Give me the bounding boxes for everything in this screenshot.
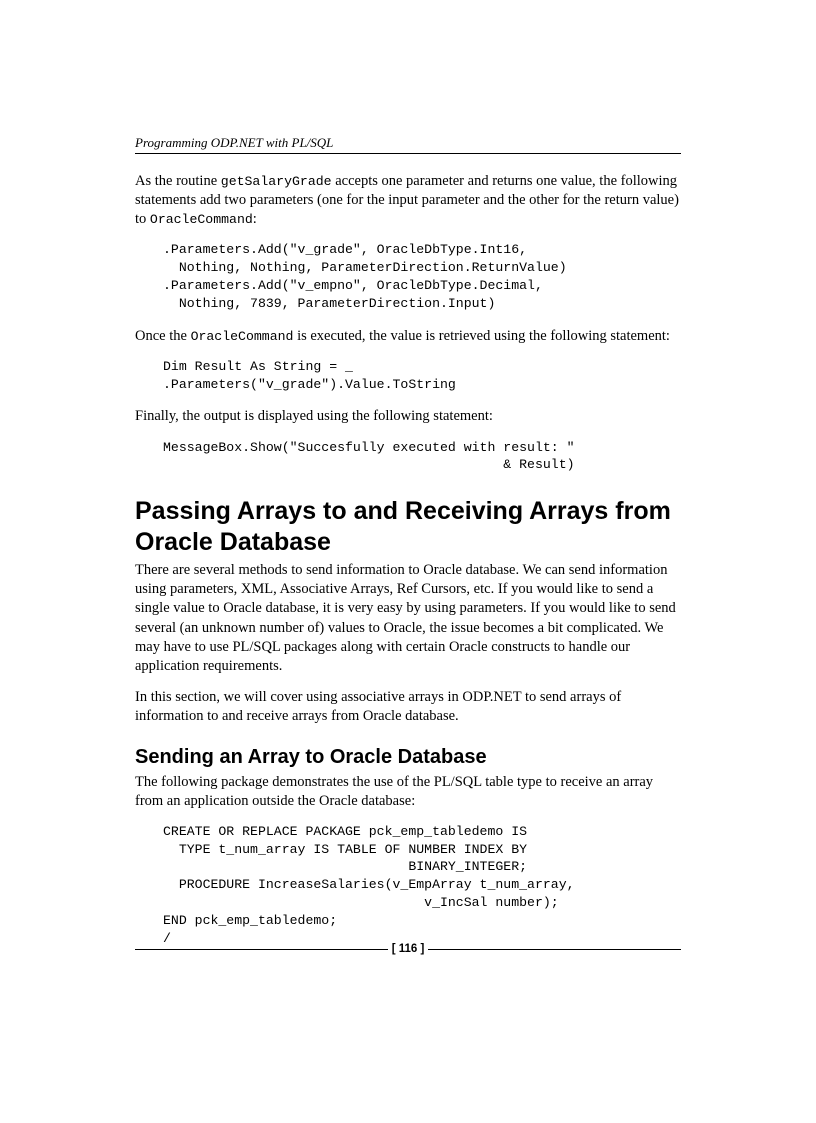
text-run: : [253,211,257,227]
body-text: As the routine getSalaryGrade accepts on… [135,172,681,947]
footer-rule-left [135,949,388,950]
header-rule [135,153,681,154]
inline-code: getSalaryGrade [221,174,332,189]
paragraph: As the routine getSalaryGrade accepts on… [135,172,681,229]
page-number: [ 116 ] [388,943,429,955]
code-block: CREATE OR REPLACE PACKAGE pck_emp_tabled… [163,823,681,948]
paragraph: There are several methods to send inform… [135,561,681,676]
footer-rule-right [428,949,681,950]
code-block: Dim Result As String = _ .Parameters("v_… [163,358,681,394]
text-run: Once the [135,328,191,344]
text-run: is executed, the value is retrieved usin… [293,328,670,344]
paragraph: In this section, we will cover using ass… [135,688,681,726]
page: Programming ODP.NET with PL/SQL As the r… [0,0,816,1123]
running-head: Programming ODP.NET with PL/SQL [135,135,333,151]
paragraph: Once the OracleCommand is executed, the … [135,327,681,346]
text-run: As the routine [135,173,221,189]
inline-code: OracleCommand [191,329,294,344]
heading-2: Sending an Array to Oracle Database [135,744,681,770]
page-footer: [ 116 ] [135,943,681,955]
code-block: MessageBox.Show("Succesfully executed wi… [163,439,681,475]
heading-1: Passing Arrays to and Receiving Arrays f… [135,496,681,557]
paragraph: Finally, the output is displayed using t… [135,407,681,426]
header-row: Programming ODP.NET with PL/SQL [135,135,681,151]
code-block: .Parameters.Add("v_grade", OracleDbType.… [163,241,681,312]
inline-code: OracleCommand [150,212,253,227]
paragraph: The following package demonstrates the u… [135,773,681,811]
